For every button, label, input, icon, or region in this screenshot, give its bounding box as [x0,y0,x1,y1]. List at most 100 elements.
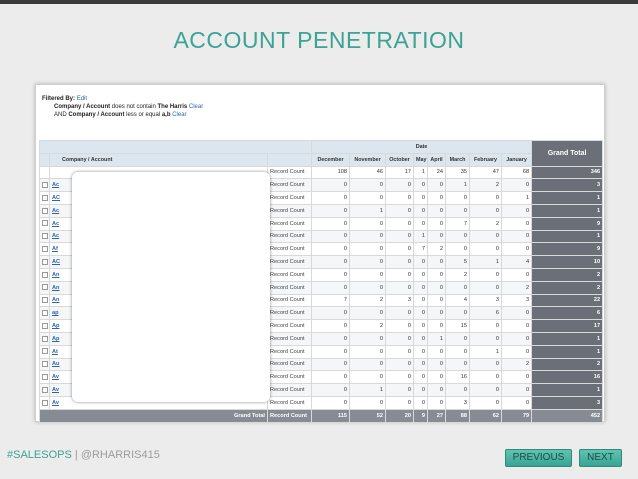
account-link[interactable]: Ac [52,233,59,239]
month-value: 0 [445,280,471,295]
month-value: 0 [385,331,415,346]
month-header[interactable]: April [427,152,447,167]
month-value: 1 [349,203,387,218]
month-value: 0 [501,395,533,410]
month-value: 0 [311,191,351,205]
company-account-header[interactable]: Company / Account [49,152,268,167]
month-value: 1 [427,331,447,346]
filter1-clear-link[interactable]: Clear [189,104,203,110]
edit-filter-link[interactable]: Edit [77,96,87,102]
month-header[interactable]: January [501,152,533,167]
month-value: 3 [501,293,533,308]
month-value: 0 [501,306,533,321]
row-checkbox[interactable] [42,374,48,380]
row-checkbox[interactable] [42,284,48,291]
row-checkbox[interactable] [42,220,48,227]
month-header[interactable]: May [413,152,429,167]
account-link[interactable]: Ap [52,336,59,342]
grand-total-value: 79 [501,408,533,423]
month-header[interactable]: December [311,152,351,167]
account-link[interactable]: Ac [52,182,59,188]
row-checkbox[interactable] [42,310,48,317]
month-value: 0 [311,280,351,295]
account-link[interactable]: An [52,285,59,291]
account-link[interactable]: An [52,272,59,278]
account-link[interactable]: At [52,349,58,355]
month-value: 0 [501,344,533,359]
account-link[interactable]: Av [52,374,59,380]
summary-value: 35 [445,165,471,180]
account-link[interactable]: Ac [52,208,59,214]
month-value: 0 [349,306,387,321]
row-checkbox[interactable] [42,233,48,240]
month-value: 2 [349,293,387,308]
month-value: 0 [501,216,533,231]
month-value: 0 [311,306,351,321]
month-header[interactable]: November [349,152,387,167]
summary-value: 108 [311,165,351,180]
filter-panel: Filtered By: Edit Company / Account does… [42,95,203,119]
month-header[interactable]: February [469,152,503,167]
row-grand-total: 2 [531,280,604,295]
month-value: 0 [427,306,447,321]
month-header[interactable]: March [445,152,471,167]
summary-grand-total: 346 [531,165,604,180]
row-checkbox[interactable] [42,271,48,278]
account-link[interactable]: Av [52,387,59,393]
month-value: 0 [501,370,533,385]
month-value: 0 [385,306,415,321]
month-value: 0 [311,383,351,397]
account-link[interactable]: Av [52,400,59,406]
previous-button[interactable]: PREVIOUS [505,449,572,467]
row-checkbox-cell [39,191,50,205]
row-checkbox[interactable] [42,258,48,265]
account-link[interactable]: AC [52,195,60,201]
account-link[interactable]: Ac [52,221,59,227]
account-link[interactable]: ap [52,310,59,316]
row-checkbox[interactable] [42,207,48,214]
row-checkbox[interactable] [42,348,48,355]
month-value: 0 [469,267,503,282]
month-value: 0 [311,319,351,333]
top-bar [0,0,638,4]
account-link[interactable]: An [52,297,59,303]
row-checkbox[interactable] [42,322,48,329]
month-header[interactable]: October [385,152,415,167]
row-checkbox[interactable] [42,182,48,189]
row-grand-total: 6 [531,306,604,321]
month-value: 0 [469,229,503,244]
month-value: 0 [349,357,387,372]
month-value: 0 [469,395,503,410]
account-link[interactable]: Af [52,246,58,252]
next-button[interactable]: NEXT [579,449,622,467]
account-link[interactable]: Au [52,361,59,367]
summary-value: 1 [413,165,429,180]
row-checkbox[interactable] [42,246,48,253]
row-checkbox[interactable] [42,194,48,201]
summary-value: 68 [501,165,533,180]
filter2-clear-link[interactable]: Clear [172,112,186,118]
month-value: 0 [427,255,447,269]
filter2-value: a,b [161,112,171,118]
month-value: 2 [349,319,387,333]
month-value: 0 [501,383,533,397]
row-checkbox[interactable] [42,335,48,342]
grand-total-header: Grand Total [531,140,604,167]
month-value: 0 [413,306,429,321]
row-checkbox[interactable] [42,399,48,406]
row-checkbox[interactable] [42,386,48,393]
summary-value: 47 [469,165,503,180]
date-header: Date [311,140,533,154]
month-value: 0 [349,178,387,193]
row-checkbox[interactable] [42,297,48,304]
row-checkbox[interactable] [42,361,48,368]
account-link[interactable]: Ap [52,323,59,329]
month-value: 1 [413,229,429,244]
account-link[interactable]: AC [52,259,60,265]
month-value: 0 [385,267,415,282]
row-grand-total: 1 [531,383,604,397]
month-value: 0 [445,229,471,244]
month-value: 3 [445,395,471,410]
row-checkbox-cell [39,370,50,385]
month-value: 0 [501,242,533,257]
